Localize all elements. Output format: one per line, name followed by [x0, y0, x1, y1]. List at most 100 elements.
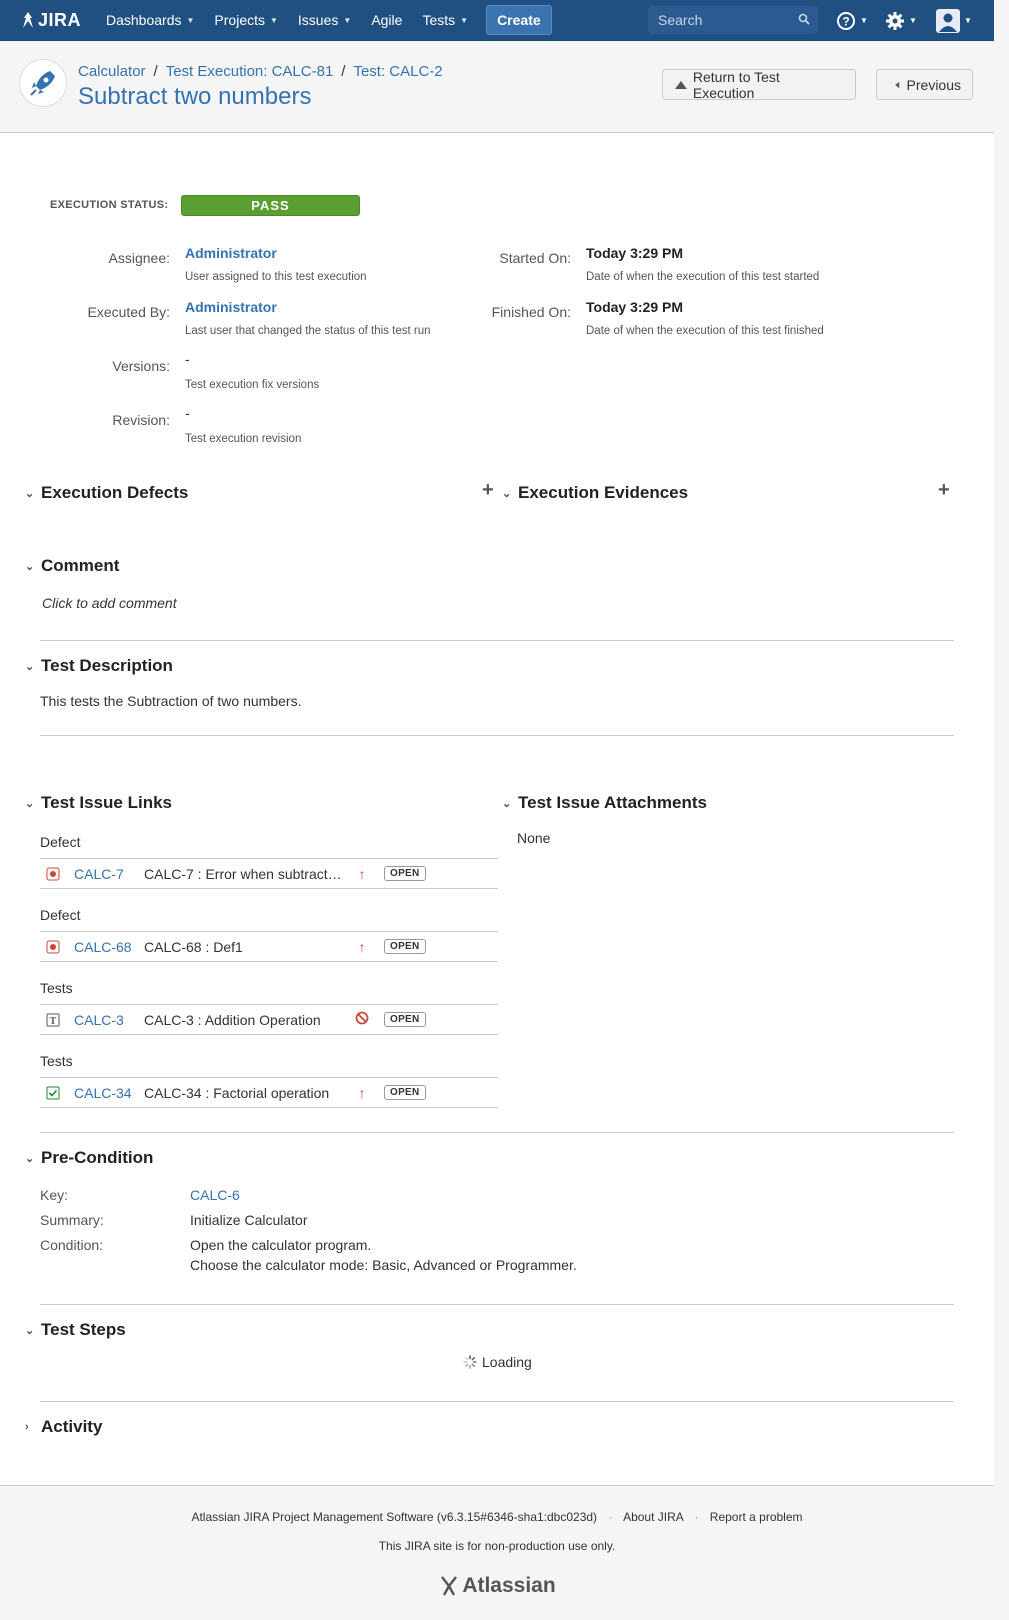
- comment-toggle[interactable]: ⌄ Comment: [25, 556, 119, 576]
- loading-indicator: Loading: [463, 1354, 532, 1370]
- breadcrumb: Calculator / Test Execution: CALC-81 / Test:…: [78, 63, 443, 80]
- search-input[interactable]: Search: [648, 6, 818, 34]
- project-avatar[interactable]: [19, 59, 67, 107]
- nav-dashboards-label: Dashboards: [106, 12, 182, 28]
- attachments-none: None: [517, 830, 551, 846]
- finished-on-description: Date of when the execution of this test …: [586, 325, 824, 337]
- nav-dashboards[interactable]: Dashboards ▼: [96, 0, 204, 41]
- add-defect-icon[interactable]: +: [482, 479, 494, 502]
- return-to-test-execution-button[interactable]: Return to Test Execution: [662, 69, 856, 101]
- footer: Atlassian JIRA Project Management Softwa…: [0, 1485, 994, 1620]
- breadcrumb-project[interactable]: Calculator: [78, 63, 146, 80]
- started-on-description: Date of when the execution of this test …: [586, 271, 820, 283]
- executed-by-description: Last user that changed the status of thi…: [185, 325, 431, 337]
- issue-key-link[interactable]: CALC-34: [74, 1085, 144, 1101]
- chevron-down-icon: ⌄: [25, 1324, 35, 1337]
- breadcrumb-test-execution[interactable]: Test Execution: CALC-81: [166, 63, 334, 80]
- triangle-left-icon: [895, 81, 900, 88]
- link-group-label: Tests: [40, 980, 73, 996]
- nav-tests-label: Tests: [422, 12, 456, 28]
- atlassian-logo[interactable]: Atlassian: [0, 1574, 994, 1598]
- assignee-value[interactable]: Administrator: [185, 245, 277, 261]
- nav-projects-label: Projects: [214, 12, 265, 28]
- test-steps-title: Test Steps: [41, 1320, 126, 1339]
- test-issue-attachments-toggle[interactable]: ⌄ Test Issue Attachments: [502, 793, 707, 813]
- revision-description: Test execution revision: [185, 433, 302, 445]
- admin-menu[interactable]: ▼: [885, 0, 917, 41]
- test-issue-links-toggle[interactable]: ⌄ Test Issue Links: [25, 793, 172, 813]
- atlassian-logo-icon: [441, 1576, 458, 1596]
- chevron-down-icon: ⌄: [502, 487, 512, 500]
- chevron-down-icon: ▼: [460, 15, 469, 25]
- precondition-summary-value: Initialize Calculator: [190, 1212, 308, 1228]
- execution-evidences-toggle[interactable]: ⌄ Execution Evidences: [502, 483, 688, 503]
- test-issue-attachments-title: Test Issue Attachments: [518, 793, 707, 812]
- create-button[interactable]: Create: [486, 5, 552, 35]
- issue-key-link[interactable]: CALC-3: [74, 1012, 144, 1028]
- nav-agile[interactable]: Agile: [361, 0, 412, 41]
- nav-tests[interactable]: Tests ▼: [412, 0, 478, 41]
- test-steps-toggle[interactable]: ⌄ Test Steps: [25, 1320, 126, 1340]
- issue-key-link[interactable]: CALC-68: [74, 939, 144, 955]
- breadcrumb-test[interactable]: Test: CALC-2: [353, 63, 442, 80]
- activity-toggle[interactable]: › Activity: [25, 1417, 102, 1437]
- search-placeholder: Search: [658, 12, 703, 28]
- footer-links: Atlassian JIRA Project Management Softwa…: [0, 1510, 994, 1524]
- table-row[interactable]: CALC-68 CALC-68 : Def1 ↑ OPEN: [40, 931, 498, 962]
- pre-condition-toggle[interactable]: ⌄ Pre-Condition: [25, 1148, 153, 1168]
- table-row[interactable]: CALC-34 CALC-34 : Factorial operation ↑ …: [40, 1077, 498, 1108]
- issue-key-link[interactable]: CALC-7: [74, 866, 144, 882]
- divider: [40, 1401, 954, 1402]
- finished-on-value: Today 3:29 PM: [586, 299, 683, 315]
- search-icon: [798, 13, 810, 25]
- priority-blocker-icon: [352, 1011, 372, 1028]
- started-on-value: Today 3:29 PM: [586, 245, 683, 261]
- chevron-down-icon: ⌄: [25, 797, 35, 810]
- add-evidence-icon[interactable]: +: [938, 479, 950, 502]
- table-row[interactable]: T CALC-3 CALC-3 : Addition Operation OPE…: [40, 1004, 498, 1035]
- jira-logo[interactable]: JIRA: [20, 10, 96, 31]
- chevron-right-icon: ›: [25, 1421, 29, 1433]
- breadcrumb-separator: /: [341, 63, 346, 80]
- footer-report-link[interactable]: Report a problem: [710, 1510, 803, 1524]
- execution-defects-toggle[interactable]: ⌄ Execution Defects: [25, 483, 188, 503]
- help-menu[interactable]: ? ▼: [836, 0, 868, 41]
- execution-status-label: EXECUTION STATUS:: [50, 199, 169, 211]
- top-navigation: JIRA Dashboards ▼ Projects ▼ Issues ▼ Agile…: [0, 0, 994, 41]
- footer-separator: ·: [608, 1510, 613, 1524]
- link-group-label: Defect: [40, 907, 81, 923]
- chevron-down-icon: ▼: [343, 15, 352, 25]
- nav-issues-label: Issues: [297, 12, 339, 28]
- assignee-label: Assignee:: [108, 250, 170, 266]
- main-content: EXECUTION STATUS: PASS Assignee: Adminis…: [0, 133, 994, 1485]
- nav-issues[interactable]: Issues ▼: [288, 0, 361, 41]
- versions-value: -: [185, 351, 190, 367]
- user-menu[interactable]: ▼: [936, 0, 972, 41]
- bug-icon: [46, 867, 60, 881]
- svg-text:?: ?: [842, 14, 849, 28]
- add-comment-field[interactable]: Click to add comment: [42, 595, 177, 611]
- page-header: Calculator / Test Execution: CALC-81 / Test:…: [0, 41, 994, 133]
- chevron-down-icon: ⌄: [502, 797, 512, 810]
- footer-about-link[interactable]: About JIRA: [623, 1510, 683, 1524]
- chevron-down-icon: ▼: [270, 15, 278, 25]
- test-description-title: Test Description: [41, 656, 173, 675]
- revision-label: Revision:: [112, 412, 170, 428]
- previous-button[interactable]: Previous: [876, 69, 973, 100]
- executed-by-value[interactable]: Administrator: [185, 299, 277, 315]
- footer-separator: ·: [694, 1510, 699, 1524]
- execution-status-lozenge[interactable]: PASS: [181, 195, 360, 216]
- divider: [40, 640, 954, 641]
- page-title: Subtract two numbers: [78, 83, 312, 110]
- gear-icon: [886, 11, 904, 30]
- avatar-icon: [936, 8, 960, 33]
- nav-projects[interactable]: Projects ▼: [204, 0, 288, 41]
- precondition-condition-line: Choose the calculator mode: Basic, Advan…: [190, 1257, 577, 1273]
- test-description-toggle[interactable]: ⌄ Test Description: [25, 656, 173, 676]
- spinner-icon: [463, 1355, 477, 1369]
- versions-description: Test execution fix versions: [185, 379, 320, 391]
- table-row[interactable]: CALC-7 CALC-7 : Error when subtracting n…: [40, 858, 498, 889]
- precondition-key-link[interactable]: CALC-6: [190, 1187, 240, 1203]
- footer-software[interactable]: Atlassian JIRA Project Management Softwa…: [191, 1510, 597, 1524]
- svg-text:T: T: [50, 1016, 57, 1027]
